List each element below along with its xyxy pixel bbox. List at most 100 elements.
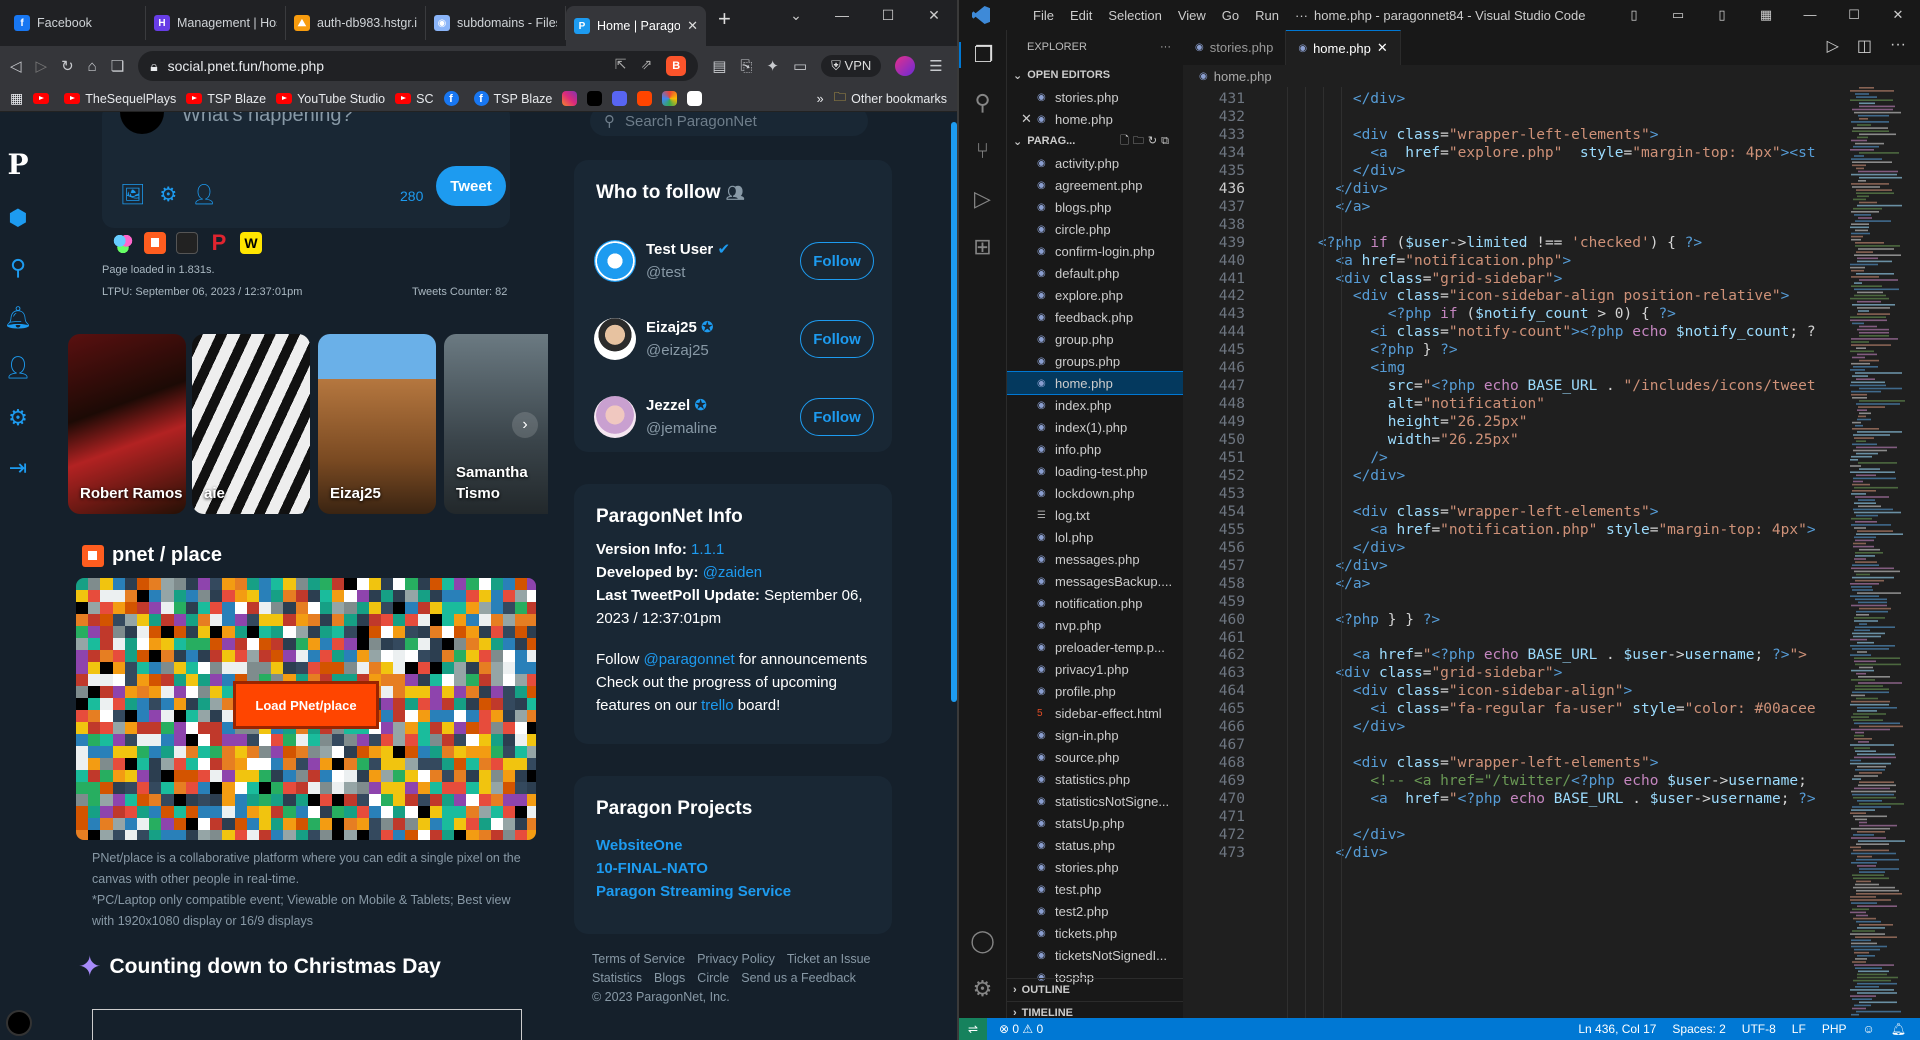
file-tree-item[interactable]: ◉ status.php: [1007, 834, 1183, 856]
follow-button[interactable]: Follow: [800, 320, 874, 358]
code-line[interactable]: />: [1283, 450, 1387, 466]
code-line[interactable]: <?php if ($user->limited !== 'checked') …: [1283, 235, 1702, 251]
code-line[interactable]: <a href="notification.php">: [1283, 253, 1571, 269]
tweet-button[interactable]: Tweet: [436, 166, 506, 206]
file-tree-item[interactable]: ◉ messages.php: [1007, 548, 1183, 570]
file-tree-item[interactable]: ◉ default.php: [1007, 262, 1183, 284]
footer-link[interactable]: Terms of Service: [592, 950, 685, 969]
file-tree-item[interactable]: ◉ test2.php: [1007, 900, 1183, 922]
place-badge-icon[interactable]: [144, 232, 166, 254]
code-line[interactable]: </div>: [1283, 181, 1387, 197]
file-tree-item[interactable]: 5 sidebar-effect.html: [1007, 702, 1183, 724]
more-actions-icon[interactable]: ···: [1160, 41, 1171, 53]
footer-link[interactable]: Circle: [697, 969, 729, 988]
code-line[interactable]: </div>: [1283, 719, 1405, 735]
code-line[interactable]: <i class="notify-count"><?php echo $noti…: [1283, 324, 1815, 340]
file-tree-item[interactable]: ◉ confirm-login.php: [1007, 240, 1183, 262]
file-tree-item[interactable]: ◉ messagesBackup....: [1007, 570, 1183, 592]
explore-nav-icon[interactable]: ⚲: [10, 255, 26, 281]
menu-item[interactable]: Run: [1255, 8, 1279, 23]
user-tag-icon[interactable]: 👤︎: [191, 182, 216, 207]
browser-tab[interactable]: ⛰ auth-db983.hstgr.io: [286, 6, 426, 40]
code-line[interactable]: <div class="icon-sidebar-align position-…: [1283, 288, 1790, 304]
file-tree-item[interactable]: ◉ stories.php: [1007, 856, 1183, 878]
eol[interactable]: LF: [1792, 1022, 1806, 1036]
profile-icon[interactable]: [895, 56, 916, 76]
source-control-icon[interactable]: ⑂: [976, 138, 989, 164]
open-editor-item[interactable]: ✕ ◉ home.php: [1007, 108, 1183, 130]
more-bookmarks-icon[interactable]: »: [817, 92, 824, 106]
file-tree-item[interactable]: ◉ groups.php: [1007, 350, 1183, 372]
code-line[interactable]: </a>: [1283, 576, 1370, 592]
toggle-panel-icon[interactable]: ▭: [1656, 7, 1700, 23]
bookmark-item[interactable]: f: [443, 91, 464, 106]
project-link[interactable]: Paragon Streaming Service: [596, 880, 876, 903]
follow-suggestion[interactable]: Jezzel ✪ @jemaline Follow: [594, 392, 874, 442]
file-tree-item[interactable]: ◉ nvp.php: [1007, 614, 1183, 636]
close-icon[interactable]: ✕: [1377, 40, 1388, 56]
toggle-sidebar-icon[interactable]: ▯: [1612, 7, 1656, 23]
toggle-secondary-icon[interactable]: ▯: [1700, 7, 1744, 23]
code-line[interactable]: <div class="icon-sidebar-align">: [1283, 683, 1632, 699]
browser-tab[interactable]: f Facebook: [6, 6, 146, 40]
project-link[interactable]: 10-FINAL-NATO: [596, 857, 876, 880]
code-line[interactable]: <div class="grid-sidebar">: [1283, 271, 1562, 287]
x-icon[interactable]: [587, 91, 603, 106]
minimize-button[interactable]: —: [1788, 7, 1832, 23]
folder-actions-icon[interactable]: 🗋🗀↻⧉: [1120, 132, 1173, 151]
bookmark-item[interactable]: YouTube Studio: [276, 92, 385, 106]
file-tree-item[interactable]: ◉ statistics.php: [1007, 768, 1183, 790]
code-line[interactable]: <div class="wrapper-left-elements">: [1283, 755, 1659, 771]
developer-link[interactable]: @zaiden: [703, 564, 762, 581]
bookmark-item[interactable]: [33, 93, 54, 104]
bookmark-item[interactable]: TheSequelPlays: [64, 92, 176, 106]
code-line[interactable]: <img: [1283, 360, 1405, 376]
code-line[interactable]: <?php } ?>: [1283, 342, 1457, 358]
file-tree-item[interactable]: ◉ notification.php: [1007, 592, 1183, 614]
file-tree-item[interactable]: ◉ group.php: [1007, 328, 1183, 350]
dark-badge-icon[interactable]: [176, 232, 198, 254]
extensions-icon[interactable]: ⊞: [973, 234, 991, 260]
minimap[interactable]: [1850, 87, 1906, 1018]
user-avatar-icon[interactable]: [6, 1010, 32, 1036]
composer-input[interactable]: What's happening?: [182, 112, 353, 127]
code-line[interactable]: </div>: [1283, 468, 1405, 484]
other-bookmarks-folder[interactable]: 🗀 Other bookmarks: [834, 88, 947, 109]
story-card[interactable]: Eizaj25: [318, 334, 436, 514]
settings-nav-icon[interactable]: ⚙: [8, 405, 28, 431]
layout-icon[interactable]: ▦: [1744, 7, 1788, 23]
red-p-badge-icon[interactable]: P: [208, 232, 230, 254]
code-line[interactable]: <i class="fa-regular fa-user" style="col…: [1283, 701, 1815, 717]
close-tab-icon[interactable]: ✕: [687, 18, 698, 34]
new-tab-button[interactable]: +: [718, 6, 731, 32]
paragonnet-link[interactable]: @paragonnet: [644, 651, 735, 668]
timeline-section[interactable]: › TIMELINE: [1007, 1001, 1183, 1018]
load-place-button[interactable]: Load PNet/place: [236, 684, 376, 726]
search-icon[interactable]: ⚲: [974, 90, 990, 116]
file-tree-item[interactable]: ◉ blogs.php: [1007, 196, 1183, 218]
file-tree-item[interactable]: ◉ info.php: [1007, 438, 1183, 460]
w-badge-icon[interactable]: W: [240, 232, 262, 254]
follow-suggestion[interactable]: Test User ✔ @test Follow: [594, 236, 874, 286]
file-tree-item[interactable]: ◉ index.php: [1007, 394, 1183, 416]
project-link[interactable]: WebsiteOne: [596, 834, 876, 857]
footer-link[interactable]: Ticket an Issue: [787, 950, 871, 969]
folder-section[interactable]: ⌄ PARAG... 🗋🗀↻⧉: [1007, 130, 1183, 152]
file-tree-item[interactable]: ◉ feedback.php: [1007, 306, 1183, 328]
code-line[interactable]: height="26.25px": [1283, 414, 1528, 430]
forward-icon[interactable]: ▷: [36, 57, 48, 75]
trello-link[interactable]: trello: [701, 697, 734, 714]
instagram-icon[interactable]: [562, 91, 578, 106]
image-icon[interactable]: 🖼︎: [120, 182, 145, 207]
code-line[interactable]: <?php } } ?>: [1283, 612, 1440, 628]
menu-item[interactable]: ···: [1295, 8, 1308, 23]
feedback-icon[interactable]: ☺: [1863, 1022, 1875, 1036]
editor-tab[interactable]: ◉ stories.php: [1183, 30, 1287, 65]
browser-tab[interactable]: P Home | ParagonNet ✕: [566, 6, 706, 46]
gear-icon[interactable]: ⚙: [159, 182, 177, 207]
manage-gear-icon[interactable]: ⚙: [973, 976, 993, 1002]
browser-tab[interactable]: H Management | Hos: [146, 6, 286, 40]
code-line[interactable]: </div>: [1283, 827, 1405, 843]
split-editor-icon[interactable]: ◫: [1857, 36, 1872, 56]
notification-nav-icon[interactable]: 🔔︎: [4, 305, 32, 331]
